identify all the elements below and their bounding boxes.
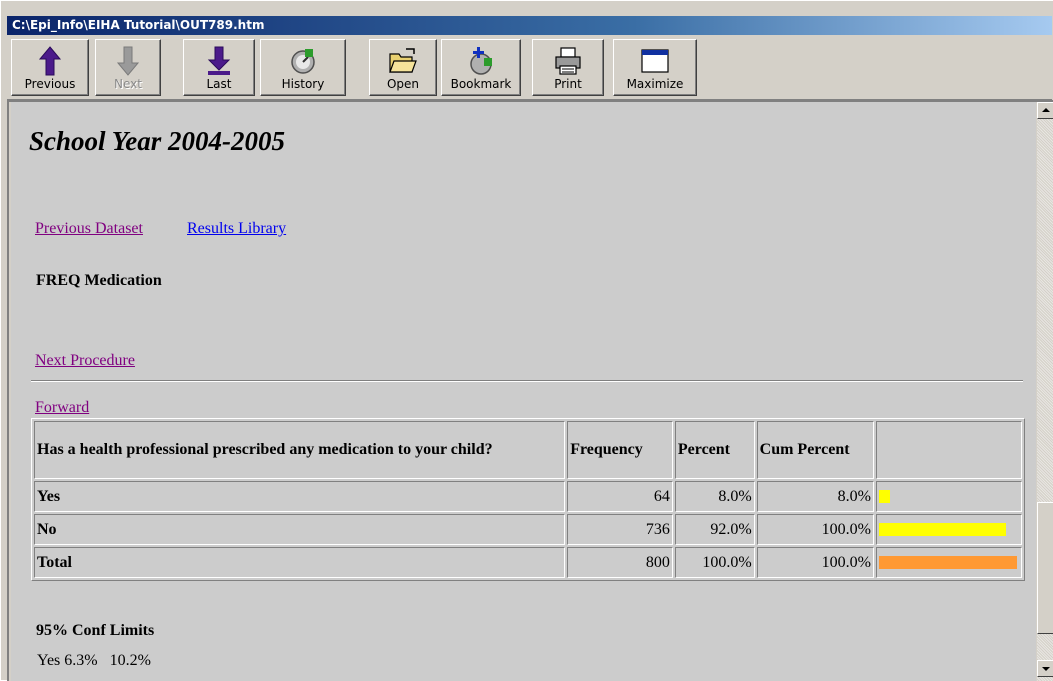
row-percent: 92.0% <box>674 514 755 545</box>
history-button[interactable]: History <box>260 39 346 96</box>
scroll-thumb[interactable] <box>1037 502 1053 634</box>
toolbar: Previous Next Last History Open Bookmark… <box>7 35 1052 100</box>
table-row: Total 800 100.0% 100.0% <box>34 547 1022 578</box>
maximize-button[interactable]: Maximize <box>613 39 697 96</box>
last-arrow-icon <box>184 46 254 76</box>
row-percent: 100.0% <box>674 547 755 578</box>
bookmark-icon <box>442 46 520 76</box>
results-library-link[interactable]: Results Library <box>187 220 286 238</box>
vertical-scrollbar[interactable] <box>1037 102 1053 681</box>
page-title: School Year 2004-2005 <box>29 126 286 156</box>
row-label: Yes <box>34 481 566 512</box>
bookmark-button[interactable]: Bookmark <box>441 39 521 96</box>
question-header: Has a health professional prescribed any… <box>34 421 566 479</box>
row-cum-percent: 100.0% <box>756 547 874 578</box>
cum-percent-header: Cum Percent <box>756 421 874 479</box>
next-procedure-link[interactable]: Next Procedure <box>35 352 135 370</box>
maximize-icon <box>614 46 696 76</box>
row-frequency: 736 <box>567 514 673 545</box>
frequency-header: Frequency <box>567 421 673 479</box>
printer-icon <box>533 46 603 76</box>
scroll-down-icon <box>1042 667 1050 671</box>
open-folder-icon <box>370 46 436 76</box>
row-bar-cell <box>875 514 1022 545</box>
percent-bar <box>878 556 1017 569</box>
percent-header: Percent <box>674 421 755 479</box>
table-row: Yes 64 8.0% 8.0% <box>34 481 1022 512</box>
frequency-table: Has a health professional prescribed any… <box>31 418 1025 581</box>
forward-link[interactable]: Forward <box>35 399 89 417</box>
table-header-row: Has a health professional prescribed any… <box>34 421 1022 479</box>
percent-bar <box>878 490 890 503</box>
content-frame: School Year 2004-2005 Previous Dataset R… <box>7 100 1053 681</box>
open-button[interactable]: Open <box>369 39 437 96</box>
down-arrow-icon <box>96 46 160 76</box>
next-label: Next <box>114 77 142 91</box>
next-button[interactable]: Next <box>95 39 161 96</box>
row-frequency: 800 <box>567 547 673 578</box>
bookmark-label: Bookmark <box>450 77 512 91</box>
window-title-bar: C:\Epi_Info\EIHA Tutorial\OUT789.htm <box>7 16 1052 35</box>
window-title: C:\Epi_Info\EIHA Tutorial\OUT789.htm <box>12 18 265 32</box>
percent-bar <box>878 523 1006 536</box>
window: C:\Epi_Info\EIHA Tutorial\OUT789.htm Pre… <box>0 0 1053 681</box>
last-label: Last <box>206 77 232 91</box>
row-label: No <box>34 514 566 545</box>
divider <box>31 380 1023 382</box>
maximize-label: Maximize <box>626 77 684 91</box>
row-cum-percent: 8.0% <box>756 481 874 512</box>
row-bar-cell <box>875 547 1022 578</box>
scroll-up-icon <box>1042 108 1050 112</box>
row-percent: 8.0% <box>674 481 755 512</box>
row-label: Total <box>34 547 566 578</box>
conf-limits-heading: 95% Conf Limits <box>36 622 155 639</box>
history-label: History <box>281 77 325 91</box>
previous-label: Previous <box>24 77 76 91</box>
previous-button[interactable]: Previous <box>11 39 89 96</box>
results-page[interactable]: School Year 2004-2005 Previous Dataset R… <box>11 102 1036 681</box>
print-label: Print <box>554 77 582 91</box>
row-bar-cell <box>875 481 1022 512</box>
print-button[interactable]: Print <box>532 39 604 96</box>
scroll-down-button[interactable] <box>1037 660 1053 677</box>
last-button[interactable]: Last <box>183 39 255 96</box>
history-icon <box>261 46 345 76</box>
conf-limits-line: Yes 6.3% 10.2% <box>37 652 151 669</box>
procedure-heading: FREQ Medication <box>36 272 162 289</box>
open-label: Open <box>386 77 420 91</box>
scroll-up-button[interactable] <box>1037 102 1053 119</box>
table-row: No 736 92.0% 100.0% <box>34 514 1022 545</box>
up-arrow-icon <box>12 46 88 76</box>
row-frequency: 64 <box>567 481 673 512</box>
previous-dataset-link[interactable]: Previous Dataset <box>35 220 143 238</box>
bar-header <box>875 421 1022 479</box>
row-cum-percent: 100.0% <box>756 514 874 545</box>
